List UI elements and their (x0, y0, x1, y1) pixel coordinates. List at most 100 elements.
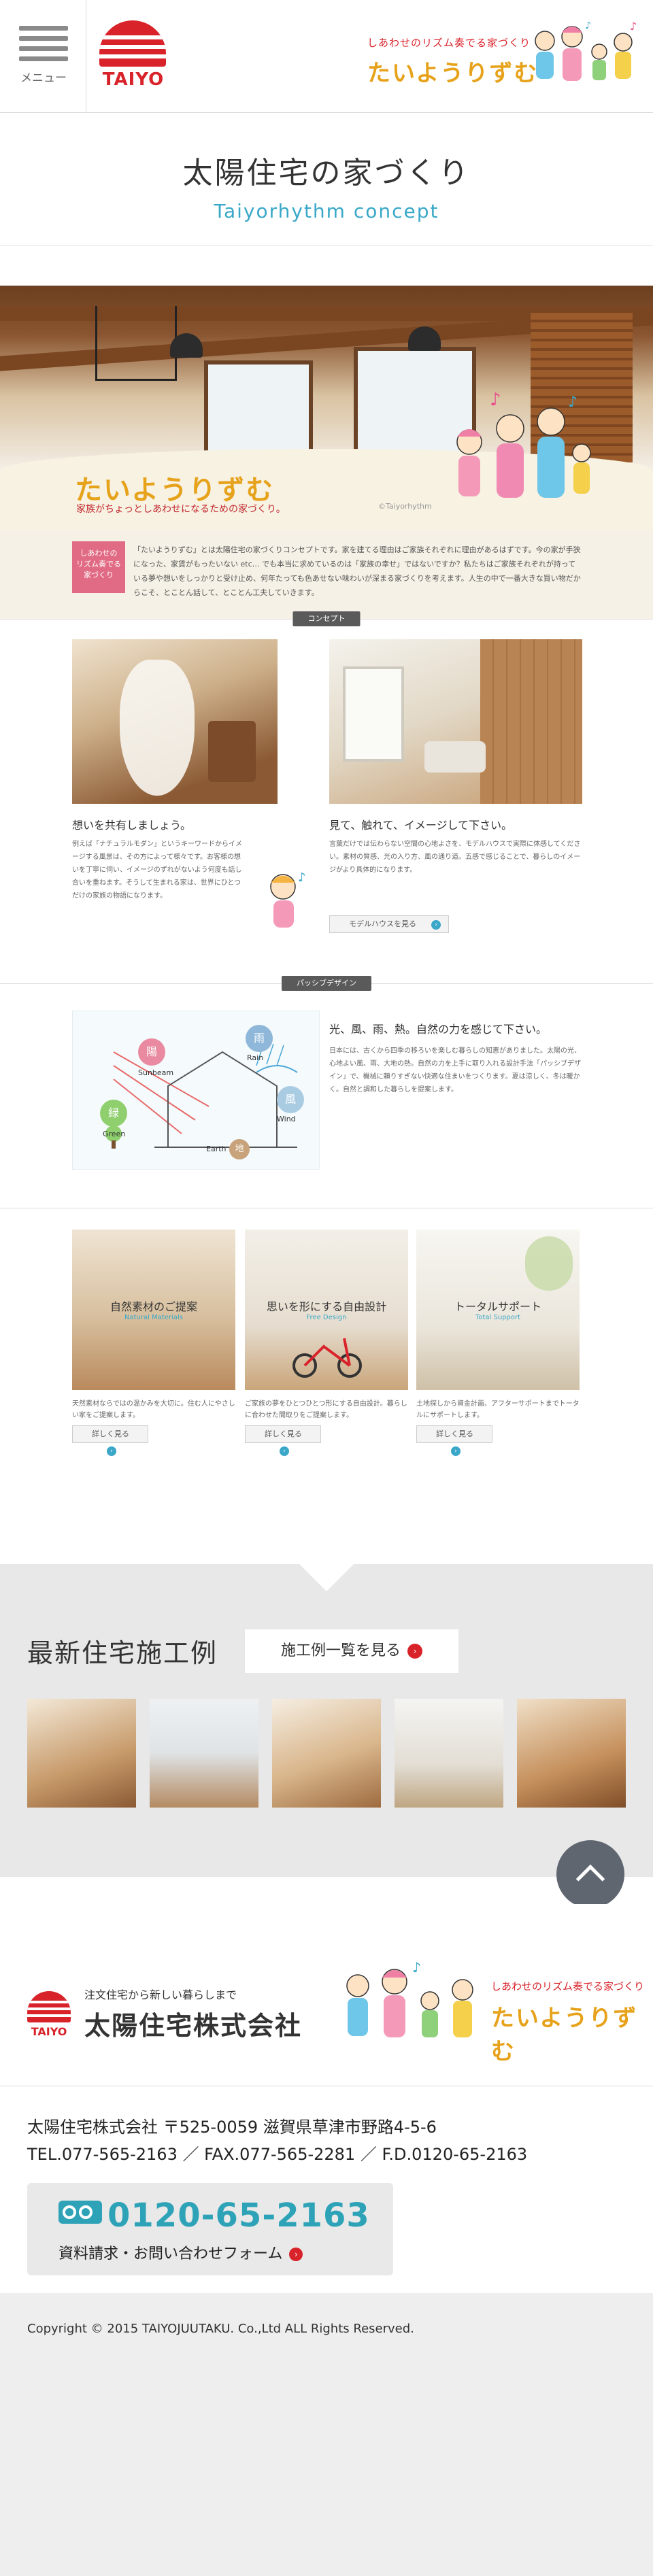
chevron-right-icon: › (431, 920, 441, 930)
copyright: Copyright © 2015 TAIYOJUUTAKU. Co.,Ltd A… (27, 2322, 414, 2336)
contact-line: TEL.077-565-2163 ／ FAX.077-565-2281 ／ F.… (27, 2145, 528, 2164)
card-text: 土地探しから資金計画、アフターサポートまでトータルにサポートします。 (416, 1400, 580, 1419)
footer-logo[interactable]: TAIYO (27, 1991, 71, 2043)
free-dial-number[interactable]: 0120-65-2163 (58, 2197, 370, 2235)
card-more-button[interactable]: 詳しく見る › (416, 1425, 492, 1456)
card-subtitle: Free Design (306, 1314, 347, 1321)
hamburger-icon (19, 26, 68, 61)
card-text: 天然素材ならではの温かみを大切に。住む人にやさしい家をご提案します。 (72, 1400, 235, 1419)
card-natural-materials[interactable]: 自然素材のご提案 Natural Materials (72, 1230, 235, 1390)
back-to-top-button[interactable] (556, 1840, 624, 1908)
svg-text:♪: ♪ (568, 394, 577, 411)
site-logo[interactable]: TAIYO (99, 20, 167, 97)
concept-right-title: 見て、触れて、イメージして下さい。 (329, 819, 513, 832)
svg-text:♪: ♪ (630, 20, 637, 33)
page-subtitle: Taiyorhythm concept (214, 200, 439, 222)
company-address: 太陽住宅株式会社 〒525-0059 滋賀県草津市野路4-5-6 TEL.077… (27, 2114, 527, 2168)
card-subtitle: Total Support (475, 1314, 521, 1321)
wind-bubble: 風 (277, 1086, 304, 1113)
earth-bubble: 地 (229, 1139, 250, 1159)
chevron-right-icon: › (280, 1446, 289, 1456)
address-line: 太陽住宅株式会社 〒525-0059 滋賀県草津市野路4-5-6 (27, 2118, 437, 2137)
works-list-button[interactable]: 施工例一覧を見る › (245, 1629, 458, 1673)
green-label: Green (103, 1130, 126, 1138)
wind-label: Wind (277, 1115, 296, 1123)
footer-tagline: 注文住宅から新しい暮らしまで (84, 1988, 237, 2001)
works-title: 最新住宅施工例 (27, 1638, 218, 1668)
chevron-right-icon: › (407, 1644, 422, 1659)
chevron-up-icon (575, 1864, 605, 1894)
concept-photo-right (329, 639, 582, 804)
girl-illustration-icon: ♪ (270, 870, 306, 928)
model-house-button[interactable]: モデルハウスを見る › (329, 915, 449, 933)
chevron-right-icon: › (289, 2248, 303, 2261)
card-more-label: 詳しく見る (265, 1429, 302, 1438)
card-title: 思いを形にする自由設計 (266, 1300, 387, 1313)
logo-text: TAIYO (102, 69, 165, 90)
works-thumbnail[interactable] (395, 1699, 503, 1808)
intro-badge: しあわせの リズム奏でる 家づくり (72, 541, 125, 593)
sun-label: Sunbeam (138, 1068, 174, 1077)
works-thumbnail[interactable] (272, 1699, 381, 1808)
card-subtitle: Natural Materials (124, 1314, 183, 1321)
balance-bike-icon (292, 1338, 362, 1378)
concept-photo-left (72, 639, 278, 804)
svg-text:♪: ♪ (412, 1959, 421, 1976)
chevron-right-icon: › (107, 1446, 116, 1456)
hero-image: たいようりずむ 家族がちょっとしあわせになるための家づくり。 ©Taiyorhy… (0, 286, 653, 530)
model-house-button-label: モデルハウスを見る (349, 919, 416, 928)
card-more-button[interactable]: 詳しく見る › (245, 1425, 321, 1456)
phone-number: 0120-65-2163 (107, 2197, 370, 2235)
svg-text:♪: ♪ (298, 870, 306, 885)
site-header: メニュー TAIYO しあわせのリズム奏でる家づくり たいようりずむ ♪ ♪ (0, 0, 653, 113)
svg-text:♪: ♪ (585, 20, 591, 31)
works-thumbnail[interactable] (150, 1699, 258, 1808)
svg-text:♪: ♪ (490, 390, 501, 410)
card-total-support[interactable]: トータルサポート Total Support (416, 1230, 580, 1390)
card-title: 自然素材のご提案 (110, 1300, 197, 1313)
menu-label: メニュー (20, 71, 67, 85)
concept-left-text: 例えば「ナチュラルモダン」というキーワードからイメージする風景は、その方によって… (72, 841, 242, 900)
family-illustration-icon: ♪ (346, 1959, 473, 2037)
free-dial-icon (58, 2201, 102, 2224)
earth-label: Earth (206, 1145, 227, 1153)
family-illustration-icon: ♪ ♪ (535, 20, 637, 81)
hero-tagline: 家族がちょっとしあわせになるための家づくり。 (76, 504, 286, 515)
sun-bubble: 陽 (138, 1038, 165, 1066)
intro-text: 「たいようりずむ」とは太陽住宅の家づくりコンセプトです。家を建てる理由はご家族そ… (133, 545, 581, 597)
passive-design-diagram: 陽 Sunbeam 雨 Rain 風 Wind 緑 Green 地 Earth (72, 1011, 320, 1170)
footer-company-name: 太陽住宅株式会社 (84, 2011, 303, 2041)
contact-form-link[interactable]: 資料請求・お問い合わせフォーム › (58, 2241, 303, 2263)
concept-left-title: 想いを共有しましょう。 (72, 819, 192, 832)
works-list-label: 施工例一覧を見る (280, 1642, 401, 1659)
contact-cta[interactable]: 0120-65-2163 資料請求・お問い合わせフォーム › (27, 2183, 393, 2275)
card-title: トータルサポート (454, 1300, 541, 1313)
menu-button[interactable]: メニュー (16, 26, 71, 85)
section-notch (299, 1564, 354, 1591)
card-free-design[interactable]: 思いを形にする自由設計 Free Design (245, 1230, 408, 1390)
hero-credit: ©Taiyorhythm (378, 502, 432, 511)
card-more-button[interactable]: 詳しく見る › (72, 1425, 148, 1456)
concept-right-text: 言葉だけでは伝わらない空間の心地よさを、モデルハウスで実際に体感してください。素… (329, 841, 581, 874)
passive-title: 光、風、雨、熱。自然の力を感じて下さい。 (329, 1023, 548, 1036)
card-text: ご家族の夢をひとつひとつ形にする自由設計。暮らしに合わせた間取りをご提案します。 (245, 1400, 407, 1419)
brand-banner[interactable]: しあわせのリズム奏でる家づくり たいようりずむ ♪ ♪ (367, 15, 646, 97)
concept-tag: コンセプト (292, 611, 361, 626)
brand-name: たいようりずむ (367, 60, 539, 87)
page-title-section: 太陽住宅の家づくり Taiyorhythm concept (0, 113, 653, 246)
footer-logo-text: TAIYO (31, 2025, 67, 2038)
green-bubble: 緑 (100, 1100, 127, 1127)
page-title: 太陽住宅の家づくり (182, 156, 471, 190)
rain-bubble: 雨 (246, 1025, 273, 1052)
family-illustration-icon: ♪ ♪ (456, 390, 591, 498)
passive-tag: パッシブデザイン (282, 976, 371, 991)
sun-logo-icon (27, 1991, 71, 2022)
concept-intro: しあわせの リズム奏でる 家づくり 「たいようりずむ」とは太陽住宅の家づくりコン… (0, 530, 653, 619)
sun-logo-icon (99, 20, 166, 67)
chevron-right-icon: › (451, 1446, 461, 1456)
works-thumbnail[interactable] (517, 1699, 626, 1808)
works-thumbnail[interactable] (27, 1699, 136, 1808)
rain-label: Rain (247, 1053, 264, 1062)
passive-text: 日本には、古くから四季の移ろいを楽しむ暮らしの知恵がありました。太陽の光、心地よ… (329, 1047, 581, 1094)
card-more-label: 詳しく見る (92, 1429, 129, 1438)
